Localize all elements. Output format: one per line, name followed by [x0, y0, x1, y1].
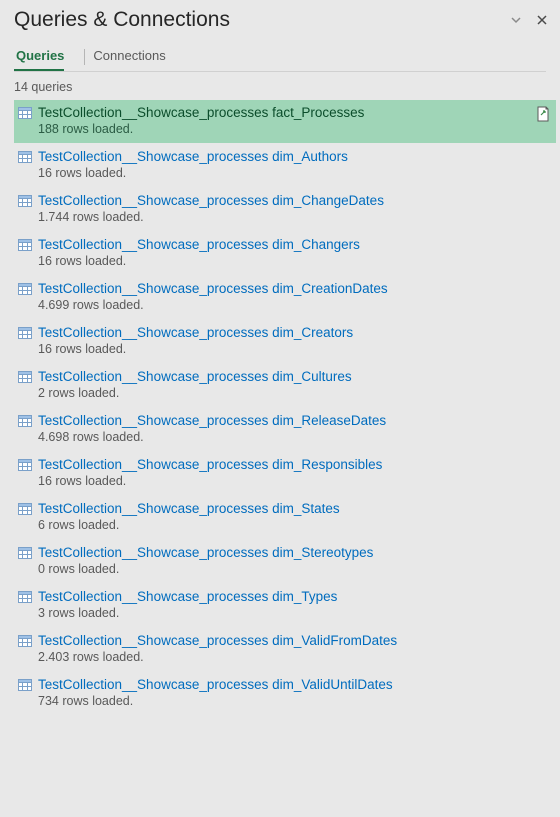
query-name: TestCollection__Showcase_processes dim_T…: [38, 589, 337, 604]
query-status: 6 rows loaded.: [18, 518, 550, 532]
query-item[interactable]: TestCollection__Showcase_processes dim_R…: [14, 408, 556, 451]
query-item[interactable]: TestCollection__Showcase_processes dim_S…: [14, 496, 556, 539]
table-icon: [18, 151, 32, 163]
query-item-top: TestCollection__Showcase_processes dim_T…: [18, 589, 550, 604]
table-icon: [18, 327, 32, 339]
table-icon: [18, 371, 32, 383]
query-item[interactable]: TestCollection__Showcase_processes dim_C…: [14, 364, 556, 407]
query-item[interactable]: TestCollection__Showcase_processes dim_T…: [14, 584, 556, 627]
query-item-top: TestCollection__Showcase_processes dim_V…: [18, 633, 550, 648]
query-item-top: TestCollection__Showcase_processes dim_C…: [18, 369, 550, 384]
table-icon: [18, 503, 32, 515]
query-item-top: TestCollection__Showcase_processes dim_C…: [18, 193, 550, 208]
query-name: TestCollection__Showcase_processes fact_…: [38, 105, 364, 120]
query-list[interactable]: TestCollection__Showcase_processes fact_…: [0, 100, 560, 817]
query-item[interactable]: TestCollection__Showcase_processes fact_…: [14, 100, 556, 143]
panel-title: Queries & Connections: [14, 8, 230, 32]
query-item-top: TestCollection__Showcase_processes dim_V…: [18, 677, 550, 692]
query-name: TestCollection__Showcase_processes dim_R…: [38, 457, 382, 472]
query-status: 16 rows loaded.: [18, 166, 550, 180]
query-name: TestCollection__Showcase_processes dim_R…: [38, 413, 386, 428]
query-item-top: TestCollection__Showcase_processes dim_S…: [18, 501, 550, 516]
query-item-top: TestCollection__Showcase_processes dim_R…: [18, 413, 550, 428]
query-item[interactable]: TestCollection__Showcase_processes dim_S…: [14, 540, 556, 583]
peek-icon[interactable]: [536, 106, 550, 122]
query-name: TestCollection__Showcase_processes dim_C…: [38, 325, 353, 340]
panel-header: Queries & Connections: [0, 0, 560, 36]
query-name: TestCollection__Showcase_processes dim_C…: [38, 369, 352, 384]
query-name: TestCollection__Showcase_processes dim_C…: [38, 193, 384, 208]
query-item-top: TestCollection__Showcase_processes dim_S…: [18, 545, 550, 560]
query-item[interactable]: TestCollection__Showcase_processes dim_C…: [14, 320, 556, 363]
query-status: 3 rows loaded.: [18, 606, 550, 620]
query-status: 16 rows loaded.: [18, 254, 550, 268]
query-name: TestCollection__Showcase_processes dim_S…: [38, 545, 373, 560]
query-item[interactable]: TestCollection__Showcase_processes dim_C…: [14, 276, 556, 319]
query-item-top: TestCollection__Showcase_processes dim_C…: [18, 325, 550, 340]
query-status: 2.403 rows loaded.: [18, 650, 550, 664]
query-item[interactable]: TestCollection__Showcase_processes dim_V…: [14, 672, 556, 715]
table-icon: [18, 415, 32, 427]
query-status: 16 rows loaded.: [18, 342, 550, 356]
queries-connections-panel: Queries & Connections Queries Connection…: [0, 0, 560, 817]
query-status: 0 rows loaded.: [18, 562, 550, 576]
query-status: 1.744 rows loaded.: [18, 210, 550, 224]
table-icon: [18, 283, 32, 295]
query-status: 734 rows loaded.: [18, 694, 550, 708]
table-icon: [18, 195, 32, 207]
table-icon: [18, 635, 32, 647]
tab-separator: [84, 49, 85, 65]
panel-controls: [510, 14, 548, 26]
table-icon: [18, 239, 32, 251]
query-status: 16 rows loaded.: [18, 474, 550, 488]
query-item[interactable]: TestCollection__Showcase_processes dim_A…: [14, 144, 556, 187]
query-item-top: TestCollection__Showcase_processes dim_A…: [18, 149, 550, 164]
query-name: TestCollection__Showcase_processes dim_C…: [38, 237, 360, 252]
query-status: 188 rows loaded.: [18, 122, 550, 136]
query-item[interactable]: TestCollection__Showcase_processes dim_R…: [14, 452, 556, 495]
table-icon: [18, 547, 32, 559]
query-status: 2 rows loaded.: [18, 386, 550, 400]
query-status: 4.698 rows loaded.: [18, 430, 550, 444]
query-item[interactable]: TestCollection__Showcase_processes dim_C…: [14, 232, 556, 275]
query-count-summary: 14 queries: [0, 72, 560, 100]
query-name: TestCollection__Showcase_processes dim_V…: [38, 633, 397, 648]
query-item-top: TestCollection__Showcase_processes dim_C…: [18, 281, 550, 296]
query-item-top: TestCollection__Showcase_processes dim_R…: [18, 457, 550, 472]
table-icon: [18, 591, 32, 603]
tab-queries-label: Queries: [16, 48, 64, 63]
tabs: Queries Connections: [0, 36, 560, 71]
query-status: 4.699 rows loaded.: [18, 298, 550, 312]
query-name: TestCollection__Showcase_processes dim_V…: [38, 677, 393, 692]
query-item[interactable]: TestCollection__Showcase_processes dim_C…: [14, 188, 556, 231]
dropdown-icon[interactable]: [510, 14, 522, 26]
query-name: TestCollection__Showcase_processes dim_C…: [38, 281, 388, 296]
tab-connections-label: Connections: [93, 48, 165, 63]
query-item-top: TestCollection__Showcase_processes fact_…: [18, 105, 550, 120]
query-name: TestCollection__Showcase_processes dim_A…: [38, 149, 348, 164]
query-name: TestCollection__Showcase_processes dim_S…: [38, 501, 340, 516]
query-item[interactable]: TestCollection__Showcase_processes dim_V…: [14, 628, 556, 671]
close-icon[interactable]: [536, 14, 548, 26]
tab-queries[interactable]: Queries: [14, 42, 74, 71]
table-icon: [18, 679, 32, 691]
table-icon: [18, 459, 32, 471]
query-item-top: TestCollection__Showcase_processes dim_C…: [18, 237, 550, 252]
table-icon: [18, 107, 32, 119]
tab-connections[interactable]: Connections: [91, 42, 175, 71]
